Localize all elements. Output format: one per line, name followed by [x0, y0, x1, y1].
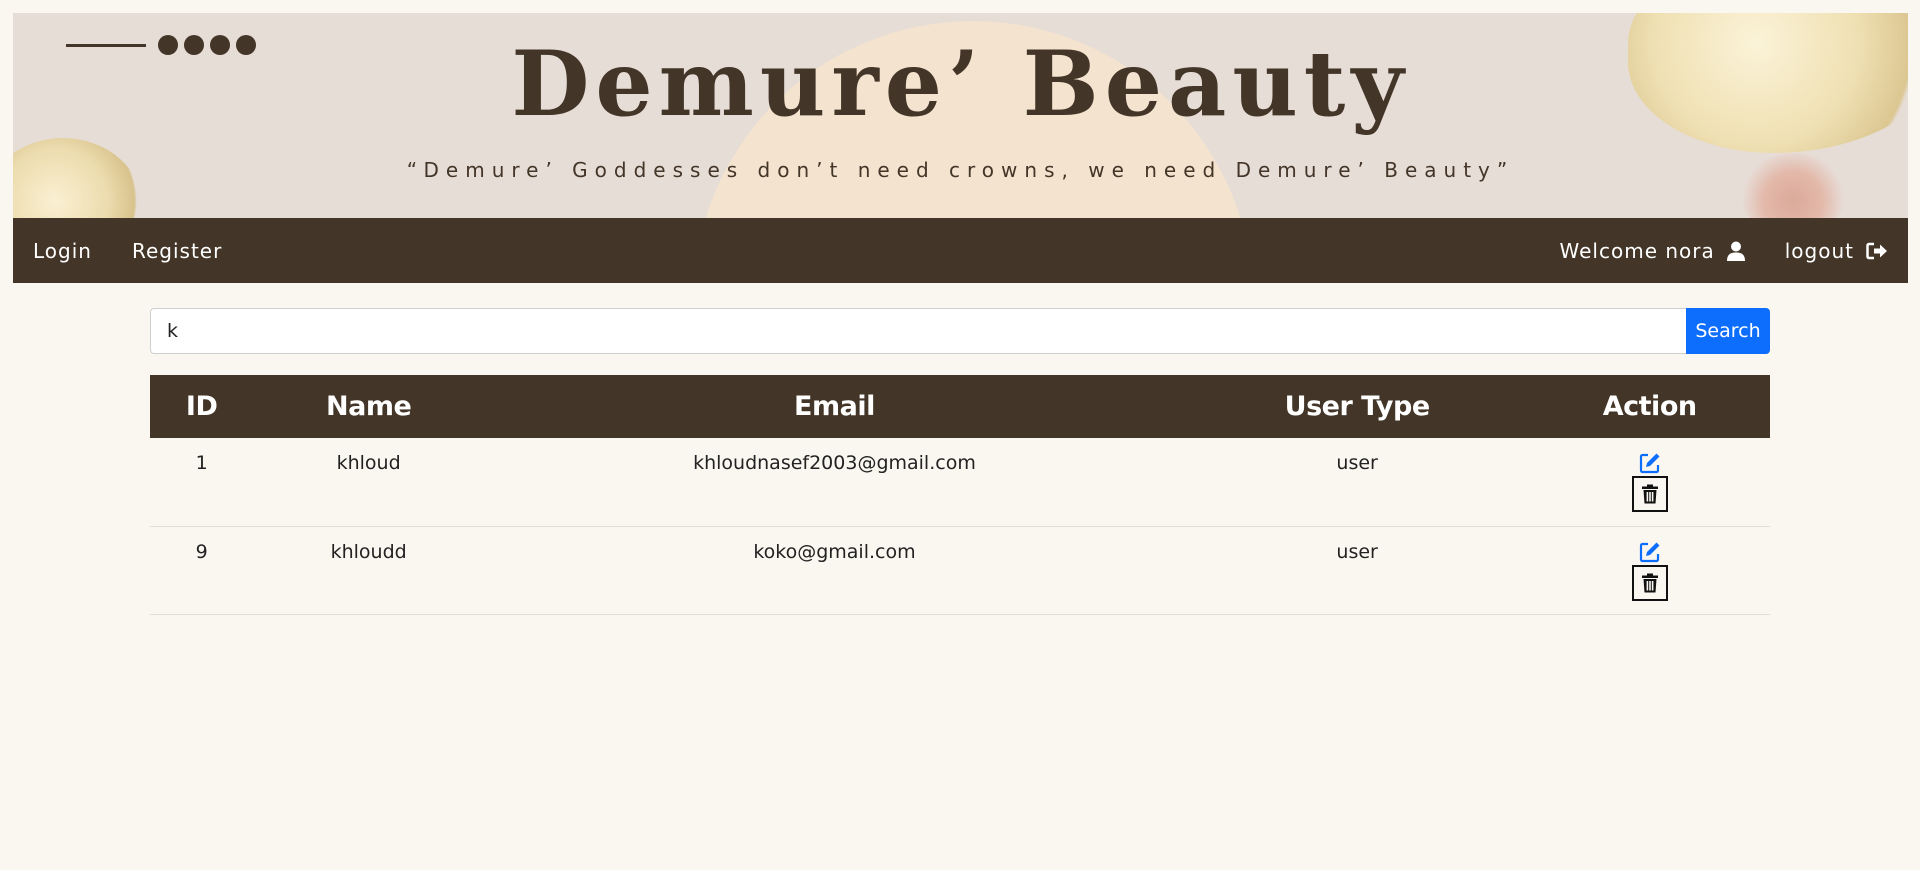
cell-name: khloudd — [253, 526, 484, 615]
cell-id: 9 — [150, 526, 254, 615]
header-action: Action — [1529, 375, 1770, 438]
header-id: ID — [150, 375, 254, 438]
edit-button[interactable] — [1639, 452, 1661, 474]
cell-email: khloudnasef2003@gmail.com — [483, 438, 1185, 527]
cell-name: khloud — [253, 438, 484, 527]
brand-tagline: “Demure’ Goddesses don’t need crowns, we… — [406, 158, 1515, 182]
edit-icon — [1639, 542, 1660, 562]
search-bar: Search — [150, 308, 1770, 354]
header-name: Name — [253, 375, 484, 438]
edit-icon — [1639, 453, 1660, 474]
search-input[interactable] — [150, 308, 1686, 354]
nav-register-link[interactable]: Register — [132, 239, 222, 263]
main-navbar: Login Register Welcome nora logout — [13, 218, 1908, 283]
nav-login-link[interactable]: Login — [33, 239, 92, 263]
welcome-label: Welcome nora — [1559, 238, 1715, 263]
page-frame: Demure’ Beauty “Demure’ Goddesses don’t … — [13, 13, 1908, 283]
search-button[interactable]: Search — [1686, 308, 1770, 354]
header-banner: Demure’ Beauty “Demure’ Goddesses don’t … — [13, 13, 1908, 218]
logout-label: logout — [1784, 238, 1854, 263]
logout-icon — [1866, 242, 1887, 259]
table-header-row: ID Name Email User Type Action — [150, 375, 1770, 438]
brand-title: Demure’ Beauty — [511, 31, 1410, 137]
logout-link[interactable]: logout — [1785, 239, 1888, 263]
cell-action — [1529, 526, 1770, 615]
cell-user-type: user — [1184, 526, 1530, 615]
user-icon — [1726, 241, 1745, 261]
users-table: ID Name Email User Type Action 1 khloud … — [150, 375, 1770, 615]
header-email: Email — [483, 375, 1185, 438]
table-row: 1 khloud khloudnasef2003@gmail.com user — [150, 438, 1770, 527]
cell-email: koko@gmail.com — [483, 526, 1185, 615]
delete-button[interactable] — [1631, 564, 1668, 601]
edit-button[interactable] — [1639, 541, 1661, 563]
trash-icon — [1641, 484, 1658, 504]
table-row: 9 khloudd koko@gmail.com user — [150, 526, 1770, 615]
cell-user-type: user — [1184, 438, 1530, 527]
cell-action — [1529, 438, 1770, 527]
header-user-type: User Type — [1184, 375, 1530, 438]
delete-button[interactable] — [1631, 476, 1668, 512]
trash-icon — [1641, 573, 1658, 592]
cell-id: 1 — [150, 438, 254, 527]
welcome-user[interactable]: Welcome nora — [1560, 239, 1745, 263]
